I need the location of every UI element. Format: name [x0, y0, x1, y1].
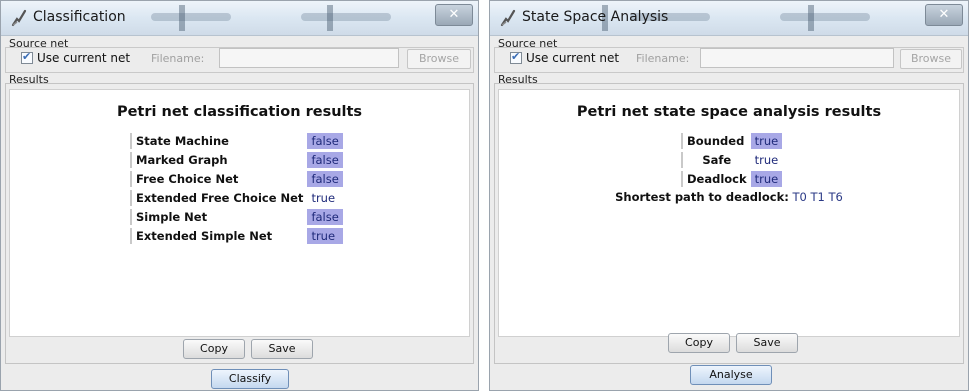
titlebar-decoration: [327, 5, 333, 31]
row-value: false: [307, 152, 343, 168]
row-value: true: [750, 133, 783, 149]
app-icon: [11, 9, 27, 27]
row-label: Extended Free Choice Net: [130, 190, 307, 206]
analyse-button[interactable]: Analyse: [690, 365, 772, 385]
close-icon: ✕: [938, 7, 950, 22]
close-icon: ✕: [448, 7, 460, 22]
save-button[interactable]: Save: [736, 333, 798, 353]
title-bar[interactable]: Classification ✕: [1, 1, 478, 36]
results-pane: Petri net state space analysis results B…: [498, 89, 960, 337]
checkmark-icon: ✔: [22, 50, 32, 63]
use-current-net-label: Use current net: [526, 51, 620, 65]
results-pane: Petri net classification results State M…: [9, 89, 470, 337]
window-title: Classification: [33, 9, 126, 25]
table-row: Bounded true: [681, 133, 783, 149]
shortest-path-value: T0 T1 T6: [792, 190, 843, 204]
app-icon: [500, 9, 516, 27]
titlebar-decoration: [151, 13, 231, 21]
classify-button[interactable]: Classify: [211, 369, 289, 389]
use-current-net-checkbox[interactable]: ✔: [510, 50, 522, 64]
table-row: Extended Simple Net true: [130, 228, 343, 244]
row-label: Simple Net: [130, 209, 307, 225]
row-value: false: [307, 133, 343, 149]
row-value: false: [307, 209, 343, 225]
row-label: Extended Simple Net: [130, 228, 307, 244]
table-row: Deadlock true: [681, 171, 783, 187]
use-current-net-label: Use current net: [37, 51, 131, 65]
row-label: Bounded: [681, 133, 751, 149]
filename-field: [700, 48, 894, 68]
copy-button[interactable]: Copy: [183, 339, 245, 359]
row-value: true: [307, 228, 343, 244]
titlebar-decoration: [301, 13, 391, 21]
results-title: Petri net state space analysis results: [576, 104, 882, 120]
classification-table: State Machine false Marked Graph false Fre…: [130, 130, 343, 247]
row-value: true: [750, 171, 783, 187]
titlebar-decoration: [808, 5, 814, 31]
row-value: false: [307, 171, 343, 187]
checkmark-icon: ✔: [511, 50, 521, 63]
row-label: Marked Graph: [130, 152, 307, 168]
state-space-analysis-window: State Space Analysis ✕ Source net ✔ Use …: [489, 0, 969, 391]
table-row: Extended Free Choice Net true: [130, 190, 343, 206]
close-button[interactable]: ✕: [435, 4, 473, 26]
close-button[interactable]: ✕: [925, 4, 963, 26]
window-title: State Space Analysis: [522, 9, 669, 25]
titlebar-decoration: [179, 5, 185, 31]
shortest-path-label: Shortest path to deadlock:: [615, 190, 789, 204]
classification-window: Classification ✕ Source net ✔ Use curren…: [0, 0, 479, 391]
results-title: Petri net classification results: [116, 104, 363, 120]
analysis-table: Bounded true Safe true Deadlock true: [681, 130, 783, 190]
row-label: Free Choice Net: [130, 171, 307, 187]
filename-field: [219, 48, 399, 68]
titlebar-decoration: [780, 13, 870, 21]
table-row: Safe true: [681, 152, 782, 168]
table-row: State Machine false: [130, 133, 343, 149]
filename-label: Filename:: [151, 52, 205, 65]
table-row: Simple Net false: [130, 209, 343, 225]
save-button[interactable]: Save: [251, 339, 313, 359]
title-bar[interactable]: State Space Analysis ✕: [490, 1, 968, 36]
table-row: Free Choice Net false: [130, 171, 343, 187]
row-value: true: [311, 191, 336, 205]
use-current-net-checkbox[interactable]: ✔: [21, 50, 33, 64]
row-label: Safe: [681, 152, 751, 168]
browse-button: Browse: [407, 49, 471, 69]
filename-label: Filename:: [636, 52, 690, 65]
row-value: true: [754, 153, 779, 167]
copy-button[interactable]: Copy: [668, 333, 730, 353]
row-label: State Machine: [130, 133, 307, 149]
browse-button: Browse: [900, 49, 962, 69]
table-row: Marked Graph false: [130, 152, 343, 168]
shortest-path-line: Shortest path to deadlock: T0 T1 T6: [499, 190, 959, 204]
row-label: Deadlock: [681, 171, 751, 187]
